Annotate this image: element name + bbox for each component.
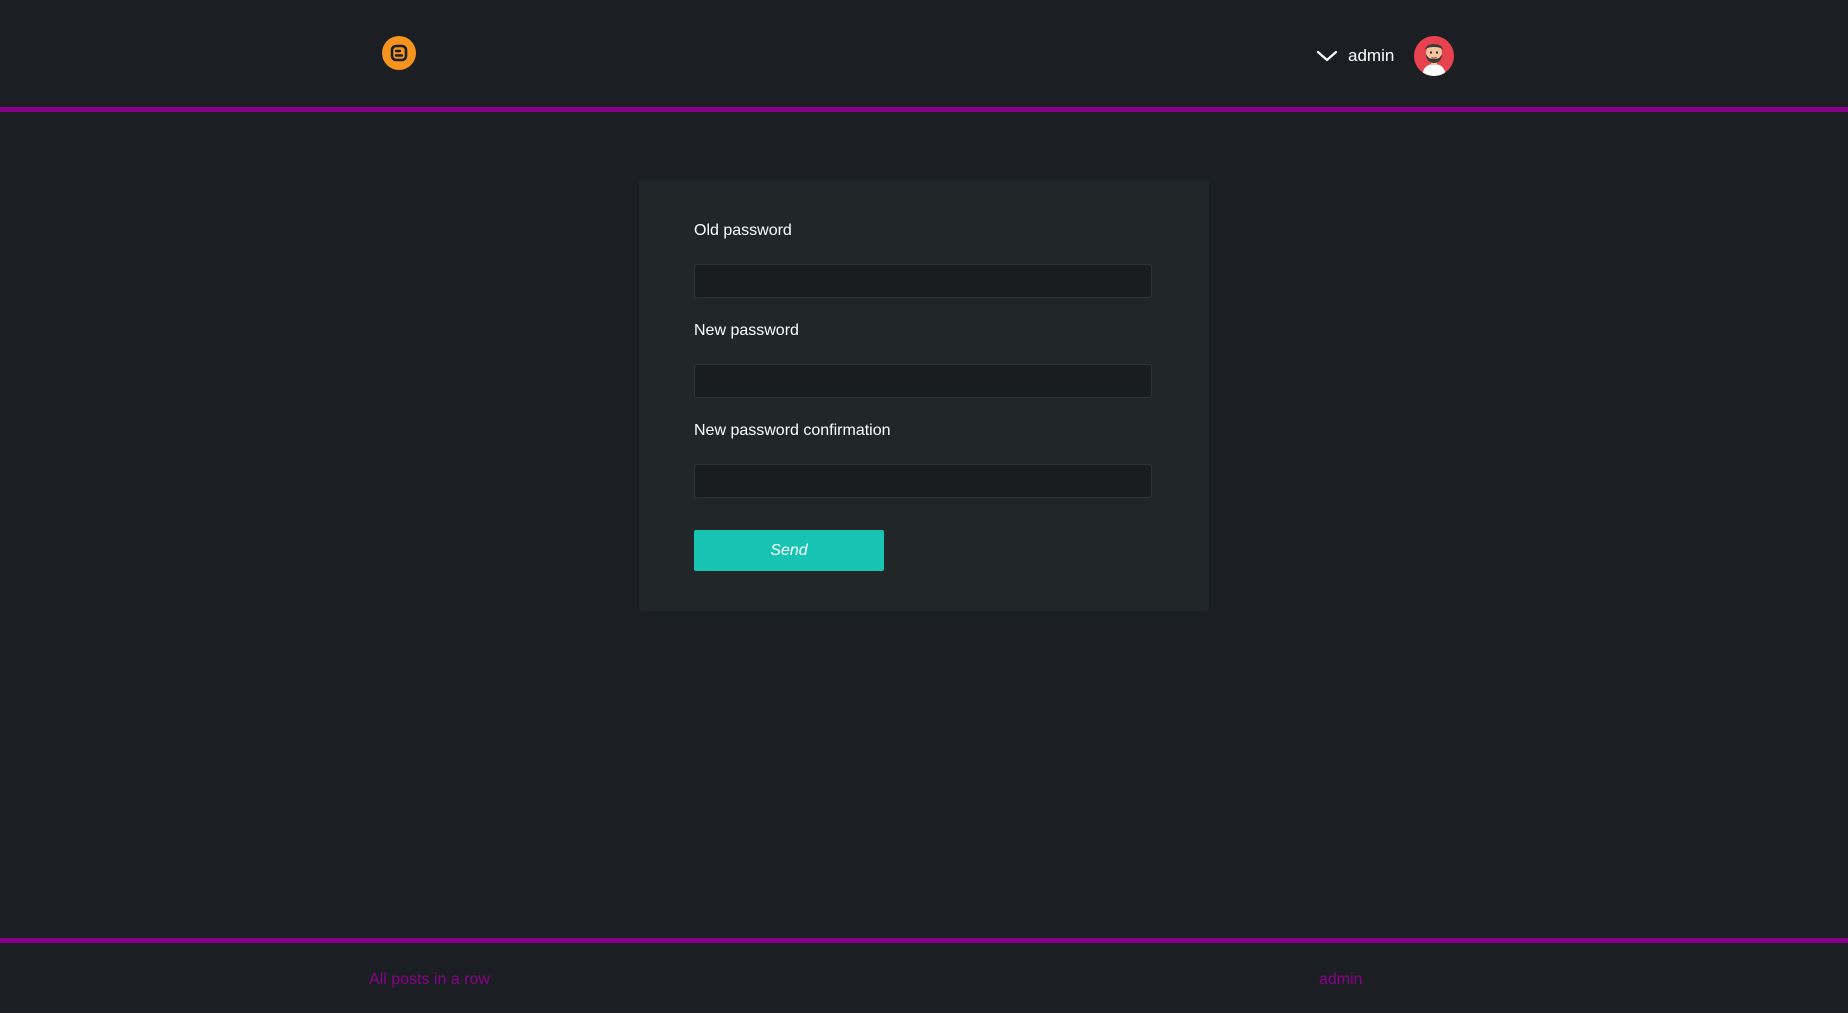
send-button[interactable]: Send bbox=[694, 530, 884, 571]
user-avatar[interactable] bbox=[1414, 36, 1454, 76]
user-menu-toggle[interactable]: admin bbox=[1316, 32, 1394, 80]
old-password-input[interactable] bbox=[694, 264, 1152, 298]
footer-link-admin[interactable]: admin bbox=[1319, 971, 1363, 989]
chevron-down-icon bbox=[1316, 50, 1338, 62]
new-password-confirmation-input[interactable] bbox=[694, 464, 1152, 498]
new-password-input[interactable] bbox=[694, 364, 1152, 398]
footer-link-all-posts[interactable]: All posts in a row bbox=[369, 971, 490, 989]
new-password-label: New password bbox=[694, 322, 799, 339]
change-password-form: Old password New password New password c… bbox=[639, 180, 1209, 611]
page-footer: All posts in a row admin bbox=[0, 938, 1848, 1013]
top-header: admin bbox=[0, 0, 1848, 112]
bearded-man-avatar-icon bbox=[1414, 36, 1454, 76]
new-password-confirmation-label: New password confirmation bbox=[694, 422, 891, 439]
username-label: admin bbox=[1348, 46, 1395, 65]
blogger-logo-icon[interactable] bbox=[382, 36, 416, 70]
old-password-label: Old password bbox=[694, 222, 792, 239]
